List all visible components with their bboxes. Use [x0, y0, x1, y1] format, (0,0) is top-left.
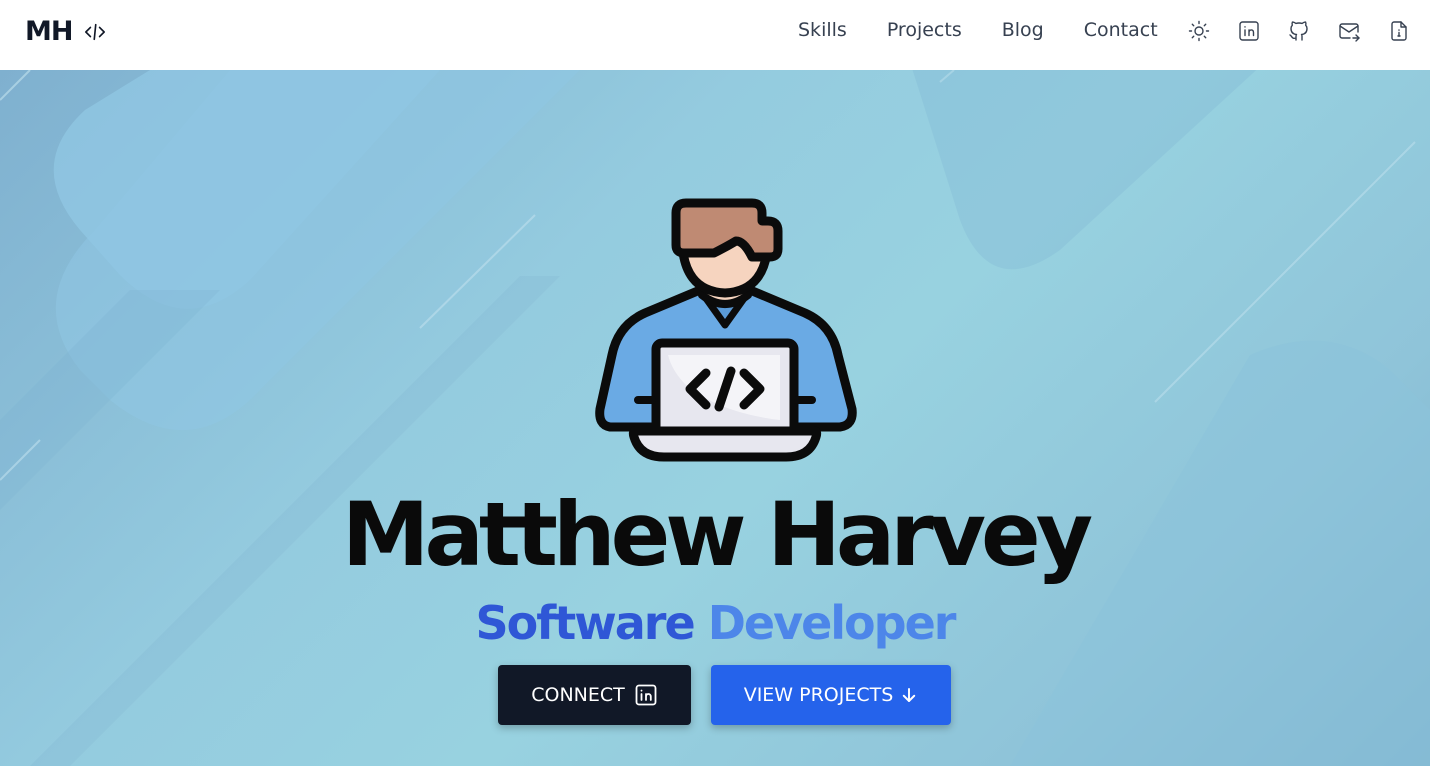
nav-links: Skills Projects Blog Contact	[798, 18, 1198, 42]
sun-icon[interactable]	[1187, 19, 1211, 43]
nav-icons	[1187, 19, 1430, 43]
resume-icon[interactable]	[1387, 19, 1411, 43]
view-projects-button-label: VIEW PROJECTS	[743, 684, 894, 706]
github-icon[interactable]	[1287, 19, 1311, 43]
linkedin-icon	[634, 683, 658, 707]
mail-icon[interactable]	[1337, 19, 1361, 43]
hero-name: Matthew Harvey	[341, 483, 1093, 586]
role-second-word: Developer	[707, 596, 957, 650]
code-icon	[84, 21, 106, 43]
brand-initials: MH	[25, 16, 73, 47]
linkedin-icon[interactable]	[1237, 19, 1261, 43]
role-first-word: Software	[475, 596, 696, 650]
connect-button[interactable]: CONNECT	[498, 665, 691, 725]
view-projects-button[interactable]: VIEW PROJECTS	[711, 665, 951, 725]
brand-logo[interactable]: MH	[25, 16, 106, 47]
connect-button-label: CONNECT	[531, 684, 625, 706]
arrow-down-icon	[900, 686, 918, 704]
hero-section: Matthew Harvey Software Developer CONNEC…	[0, 70, 1430, 766]
nav-link-projects[interactable]: Projects	[887, 18, 962, 42]
nav-link-blog[interactable]: Blog	[1002, 18, 1044, 42]
hero-role: Software Developer	[0, 593, 1430, 653]
nav-link-contact[interactable]: Contact	[1084, 18, 1158, 42]
developer-avatar-icon	[595, 198, 857, 462]
nav-link-skills[interactable]: Skills	[798, 18, 847, 42]
top-navbar: MH Skills Projects Blog Contact	[0, 0, 1430, 70]
